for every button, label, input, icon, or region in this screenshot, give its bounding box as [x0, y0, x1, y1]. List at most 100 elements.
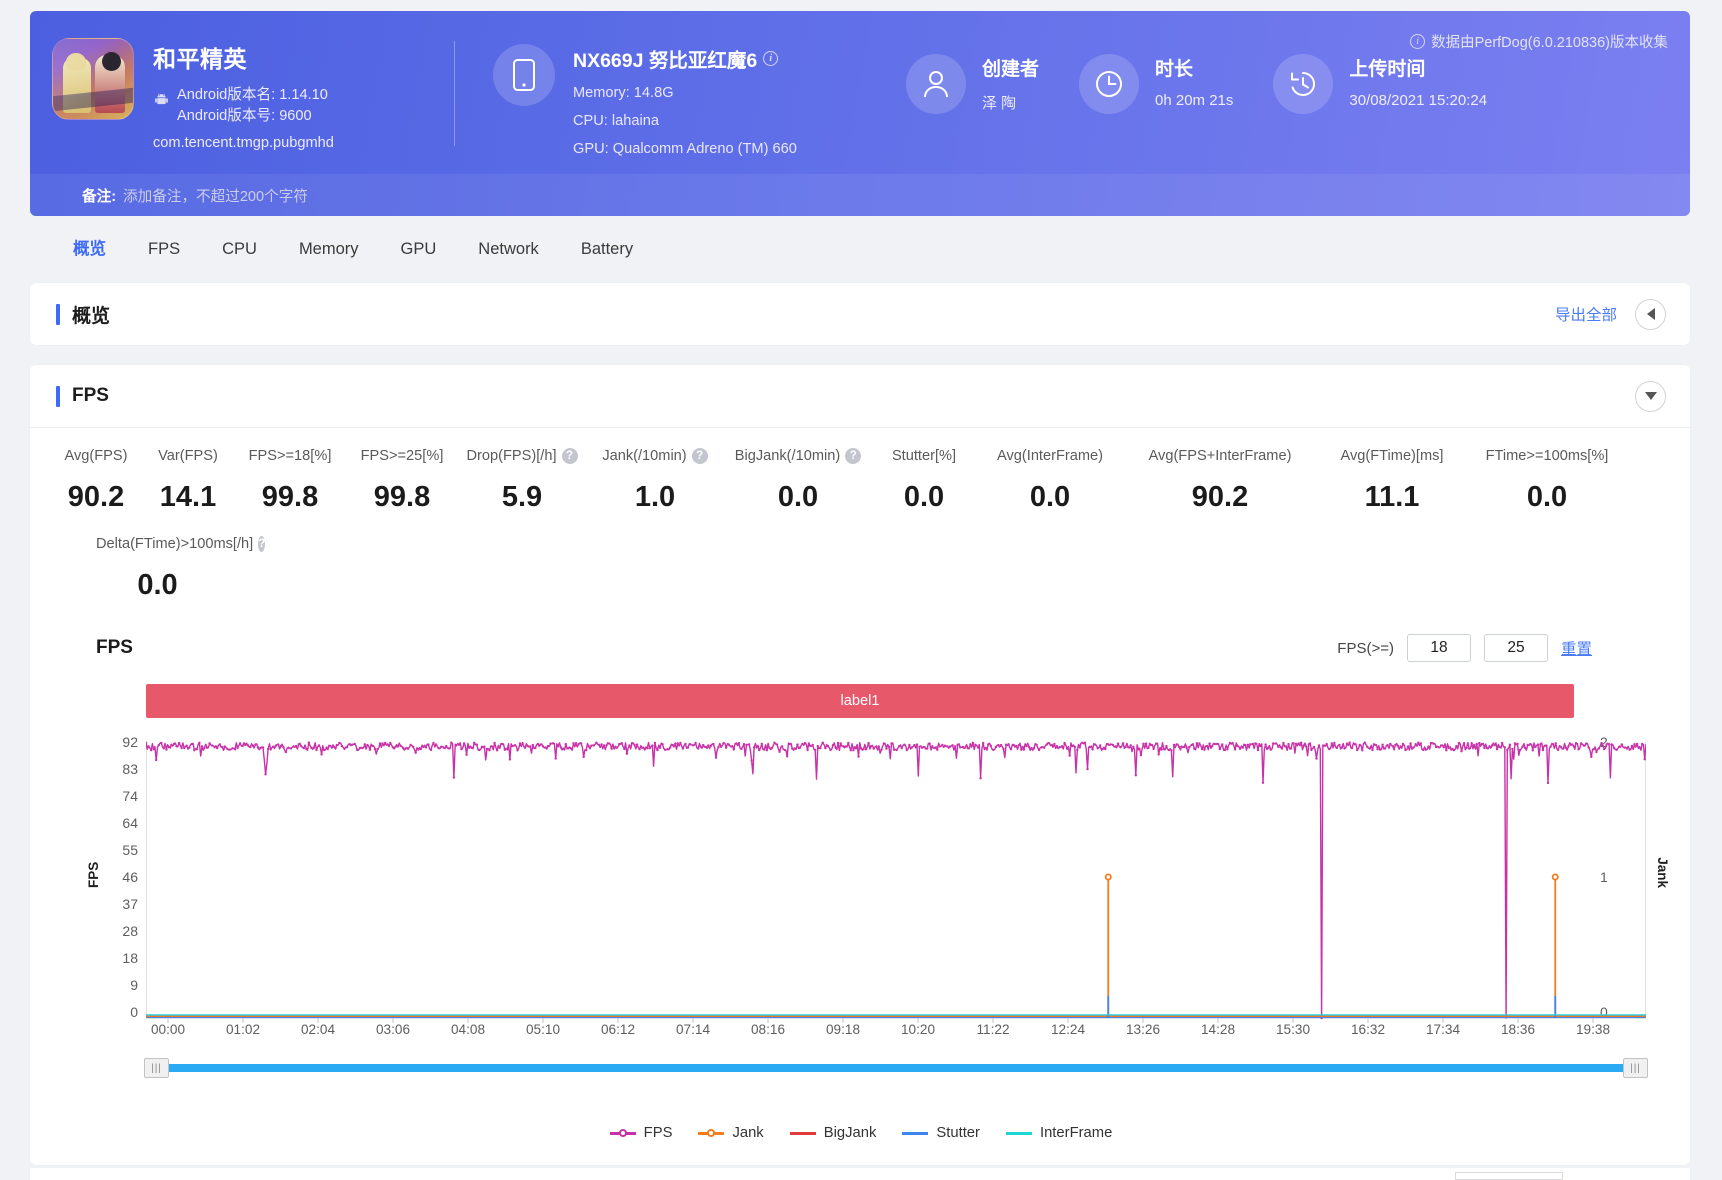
- scrollbar-track[interactable]: [146, 1064, 1646, 1072]
- tab-network[interactable]: Network: [457, 225, 560, 273]
- collapse-fps-button[interactable]: [1635, 381, 1666, 412]
- duration-title: 时长: [1155, 54, 1233, 81]
- export-all-link[interactable]: 导出全部: [1555, 303, 1617, 325]
- y-axis-title-right: Jank: [1655, 857, 1670, 888]
- y-tick: 9: [130, 977, 138, 993]
- help-icon[interactable]: ?: [845, 448, 861, 464]
- legend-label: Stutter: [936, 1125, 980, 1141]
- tab-overview[interactable]: 概览: [52, 225, 127, 273]
- remark-input-placeholder[interactable]: 添加备注，不超过200个字符: [123, 185, 308, 206]
- x-tick: 16:32: [1351, 1022, 1385, 1037]
- metric-bigjank: BigJank(/10min) ? 0.0: [724, 448, 872, 514]
- header-divider-1: [454, 41, 455, 146]
- device-info-icon[interactable]: i: [763, 51, 778, 66]
- metric-value-text: 0.0: [976, 481, 1124, 514]
- legend-item-jank[interactable]: Jank: [698, 1125, 763, 1141]
- chart-legend: FPS Jank BigJank Stutter InterFrame: [0, 1125, 1722, 1141]
- metric-value-text: 90.2: [50, 481, 142, 514]
- legend-label: FPS: [644, 1125, 673, 1141]
- android-icon: [153, 91, 170, 108]
- app-info-block: 和平精英 Android版本名: 1.14.10 Android版本号: 960…: [52, 11, 432, 151]
- app-version-code: Android版本号: 9600: [177, 106, 328, 127]
- fps-plot-svg[interactable]: [146, 736, 1646, 1036]
- perfdog-report-page: i 数据由PerfDog(6.0.210836)版本收集 和平精英: [0, 0, 1722, 1180]
- legend-item-interframe[interactable]: InterFrame: [1006, 1125, 1112, 1141]
- metric-drop-fps: Drop(FPS)[/h] ? 5.9: [458, 448, 586, 514]
- fps-card-head: FPS: [30, 365, 1690, 427]
- collapse-overview-button[interactable]: [1635, 299, 1666, 330]
- legend-label: InterFrame: [1040, 1125, 1112, 1141]
- device-name-text: NX669J 努比亚红魔6: [573, 44, 757, 73]
- user-icon: [906, 54, 966, 114]
- fps-threshold-controls: FPS(>=) 18 25 重置: [1337, 628, 1592, 668]
- x-tick: 17:34: [1426, 1022, 1460, 1037]
- legend-marker-icon: [610, 1127, 636, 1139]
- tab-fps[interactable]: FPS: [127, 225, 201, 273]
- reset-thresholds-link[interactable]: 重置: [1561, 637, 1592, 659]
- app-icon: [52, 38, 134, 120]
- metric-value-text: 1.0: [586, 481, 724, 514]
- y-tick: 46: [122, 869, 138, 885]
- info-icon: i: [1410, 34, 1425, 49]
- metric-label-text: FPS>=18[%]: [249, 448, 332, 464]
- metric-delta-ftime-100ms: Delta(FTime)>100ms[/h] ? 0.0: [50, 536, 255, 602]
- overview-title: 概览: [56, 301, 110, 328]
- chart-range-scrollbar[interactable]: ||| |||: [146, 1058, 1646, 1078]
- x-tick: 00:00: [151, 1022, 185, 1037]
- x-tick: 06:12: [601, 1022, 635, 1037]
- history-icon: [1273, 54, 1333, 114]
- metric-stutter: Stutter[%] 0.0: [872, 448, 976, 514]
- legend-item-fps[interactable]: FPS: [610, 1125, 673, 1141]
- legend-item-stutter[interactable]: Stutter: [902, 1125, 980, 1141]
- remark-row[interactable]: 备注: 添加备注，不超过200个字符: [30, 174, 1690, 216]
- app-name: 和平精英: [153, 40, 334, 74]
- legend-item-bigjank[interactable]: BigJank: [790, 1125, 877, 1141]
- metric-value-text: 14.1: [142, 481, 234, 514]
- help-icon[interactable]: ?: [562, 448, 578, 464]
- chevron-left-icon: [1647, 308, 1655, 320]
- fps-metrics-row-1: Avg(FPS) 90.2 Var(FPS) 14.1 FPS>=18[%] 9…: [30, 448, 1690, 514]
- duration-block: 时长 0h 20m 21s: [1079, 11, 1233, 114]
- metric-avg-interframe: Avg(InterFrame) 0.0: [976, 448, 1124, 514]
- fps-card: FPS Avg(FPS) 90.2 Var(FPS) 14.1: [30, 365, 1690, 1165]
- help-icon[interactable]: ?: [692, 448, 708, 464]
- legend-marker-icon: [1006, 1127, 1032, 1139]
- x-tick: 09:18: [826, 1022, 860, 1037]
- scene-label-bar[interactable]: label1: [146, 684, 1574, 718]
- y-tick: 64: [122, 815, 138, 831]
- upload-time-title: 上传时间: [1349, 54, 1487, 81]
- device-cpu: CPU: lahaina: [573, 113, 797, 129]
- fps-chart-head: FPS FPS(>=) 18 25 重置: [30, 628, 1690, 668]
- tab-gpu[interactable]: GPU: [380, 225, 458, 273]
- y-tick: 74: [122, 788, 138, 804]
- metric-label-text: Avg(FTime)[ms]: [1341, 448, 1444, 464]
- creator-block: 创建者 泽 陶: [906, 11, 1039, 114]
- fps-metrics-row-2: Delta(FTime)>100ms[/h] ? 0.0: [30, 536, 1690, 602]
- metric-ftime-ge-100ms: FTime>=100ms[%] 0.0: [1468, 448, 1626, 514]
- title-accent-bar: [56, 386, 60, 407]
- metric-var-fps: Var(FPS) 14.1: [142, 448, 234, 514]
- collect-source-text: 数据由PerfDog(6.0.210836)版本收集: [1431, 31, 1668, 52]
- x-tick: 02:04: [301, 1022, 335, 1037]
- creator-title: 创建者: [982, 54, 1039, 81]
- fps-threshold-low-input[interactable]: 18: [1407, 634, 1471, 662]
- metric-value-text: 0.0: [724, 481, 872, 514]
- help-icon[interactable]: ?: [258, 536, 265, 552]
- scrollbar-right-handle[interactable]: |||: [1623, 1058, 1648, 1078]
- metric-jank: Jank(/10min) ? 1.0: [586, 448, 724, 514]
- clock-icon: [1079, 54, 1139, 114]
- chevron-down-icon: [1645, 392, 1657, 400]
- metric-avg-fps-interframe: Avg(FPS+InterFrame) 90.2: [1124, 448, 1316, 514]
- tab-memory[interactable]: Memory: [278, 225, 380, 273]
- legend-label: Jank: [732, 1125, 763, 1141]
- scene-label-text: label1: [841, 693, 880, 709]
- scrollbar-left-handle[interactable]: |||: [144, 1058, 169, 1078]
- fps-title: FPS: [56, 385, 109, 407]
- fps-title-text: FPS: [72, 385, 109, 407]
- tab-battery[interactable]: Battery: [560, 225, 654, 273]
- metric-value-text: 0.0: [50, 569, 255, 602]
- legend-marker-icon: [902, 1127, 928, 1139]
- fps-threshold-high-input[interactable]: 25: [1484, 634, 1548, 662]
- overview-card-head: 概览 导出全部: [30, 283, 1690, 345]
- tab-cpu[interactable]: CPU: [201, 225, 278, 273]
